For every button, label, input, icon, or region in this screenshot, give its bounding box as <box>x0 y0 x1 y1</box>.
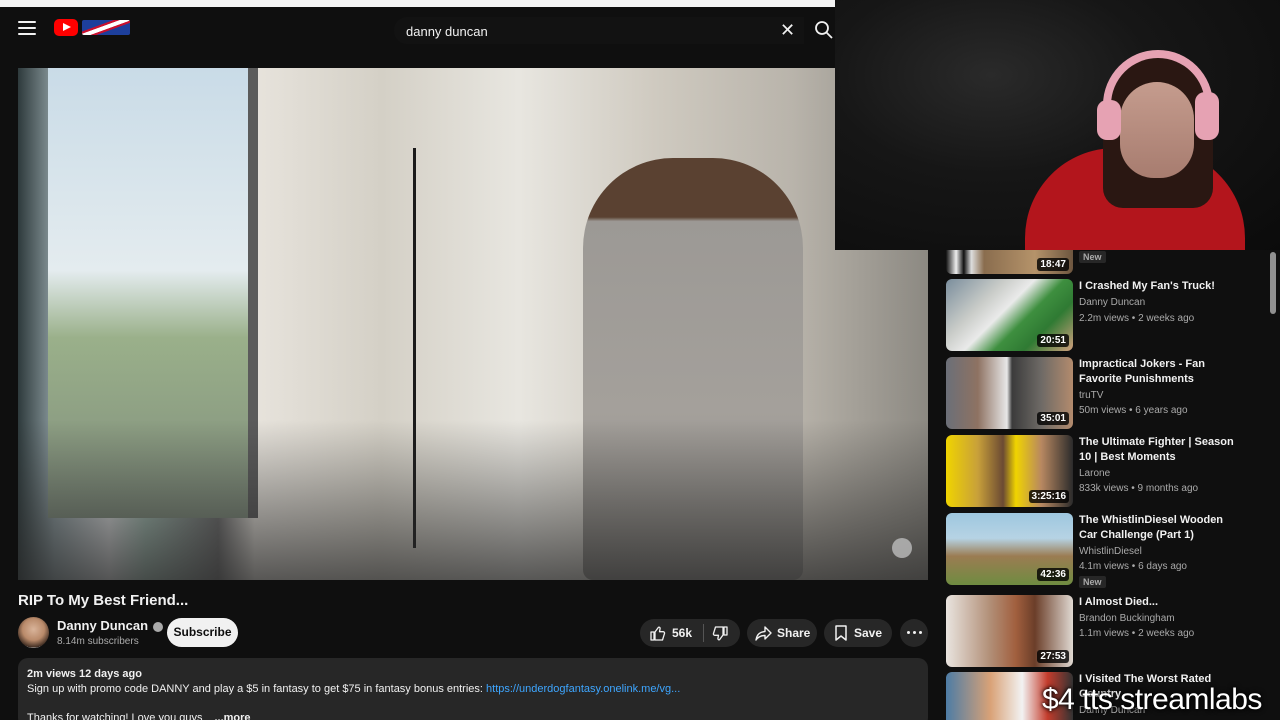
recommendation-title[interactable]: The WhistlinDiesel Wooden Car Challenge … <box>1079 513 1239 543</box>
video-player[interactable] <box>18 68 928 580</box>
video-thumbnail[interactable]: 35:01 <box>946 357 1073 429</box>
subscriber-count: 8.14m subscribers <box>57 636 139 647</box>
bookmark-icon <box>835 625 847 641</box>
recommendation-title[interactable]: The Ultimate Fighter | Season 10 | Best … <box>1079 435 1239 465</box>
search-button[interactable] <box>812 17 836 43</box>
duration-badge: 20:51 <box>1037 334 1069 347</box>
recommendation-item[interactable]: 27:53 I Almost Died... Brandon Buckingha… <box>946 595 1266 667</box>
flag-logo-icon <box>82 20 130 35</box>
recommendation-item[interactable]: 20:51 I Crashed My Fan's Truck! Danny Du… <box>946 279 1266 351</box>
like-button[interactable]: 56k <box>640 619 702 647</box>
description-text: Sign up with promo code DANNY and play a… <box>27 683 487 695</box>
more-dot <box>919 631 922 634</box>
like-count: 56k <box>672 626 693 640</box>
description-link[interactable]: https://underdogfantasy.onelink.me/vg... <box>486 683 680 695</box>
like-divider <box>703 624 704 642</box>
top-strip <box>0 0 835 7</box>
duration-badge: 18:47 <box>1037 258 1069 271</box>
recommendation-title[interactable]: I Almost Died... <box>1079 595 1239 610</box>
video-frame-shade <box>18 420 928 580</box>
channel-watermark-icon[interactable] <box>892 538 912 558</box>
recommendation-meta: 2.2m views • 2 weeks ago <box>1079 313 1195 324</box>
description-line-2: Thanks for watching! Love you guys ...mor… <box>27 712 251 720</box>
thumbs-up-icon <box>650 626 666 641</box>
channel-name-text[interactable]: Danny Duncan <box>57 618 148 633</box>
share-label: Share <box>777 626 811 640</box>
item-menu-button[interactable] <box>1240 359 1256 379</box>
thumbs-down-icon <box>712 626 728 641</box>
search-box: ✕ <box>394 17 804 44</box>
recommendation-meta: 833k views • 9 months ago <box>1079 483 1199 494</box>
duration-badge: 35:01 <box>1037 412 1069 425</box>
masthead: ✕ <box>0 7 845 53</box>
hamburger-menu-icon[interactable] <box>18 21 36 35</box>
item-menu-button[interactable] <box>1240 515 1256 535</box>
recommendation-meta: 1.1m views • 2 weeks ago <box>1079 628 1195 639</box>
channel-avatar[interactable] <box>18 617 49 648</box>
recommendation-channel[interactable]: Danny Duncan <box>1079 297 1145 308</box>
description-text-2: Thanks for watching! Love you guys <box>27 712 203 720</box>
more-dot <box>913 631 916 634</box>
video-title: RIP To My Best Friend... <box>18 592 189 609</box>
recommendation-channel[interactable]: Brandon Buckingham <box>1079 613 1175 624</box>
save-label: Save <box>854 626 883 640</box>
share-button[interactable]: Share <box>747 619 817 647</box>
recommendation-item[interactable]: 3:25:16 The Ultimate Fighter | Season 10… <box>946 435 1266 507</box>
show-more-link[interactable]: ...more <box>214 712 250 720</box>
more-dot <box>907 631 910 634</box>
search-icon <box>815 21 833 39</box>
more-actions-button[interactable] <box>900 619 928 647</box>
play-logo-icon <box>54 19 78 36</box>
video-thumbnail[interactable]: 42:36 <box>946 513 1073 585</box>
sidebar-scrollbar[interactable] <box>1270 252 1276 314</box>
recommendation-channel[interactable]: truTV <box>1079 390 1103 401</box>
share-icon <box>755 626 772 641</box>
recommendation-meta: 4.1m views • 6 days ago <box>1079 561 1187 572</box>
recommendation-title[interactable]: Impractical Jokers - Fan Favorite Punish… <box>1079 357 1239 387</box>
recommendation-channel[interactable]: Larone <box>1079 468 1110 479</box>
top-partial-thumbnail[interactable]: 18:47 <box>946 250 1073 274</box>
video-thumbnail[interactable]: 3:25:16 <box>946 435 1073 507</box>
duration-badge: 27:53 <box>1037 650 1069 663</box>
item-menu-button[interactable] <box>1240 281 1256 301</box>
recommendation-channel[interactable]: WhistlinDiesel <box>1079 546 1142 557</box>
item-menu-button[interactable] <box>1240 597 1256 617</box>
video-thumbnail[interactable]: 27:53 <box>946 595 1073 667</box>
recommendations-sidebar: 18:47 New 20:51 I Crashed My Fan's Truck… <box>940 250 1280 720</box>
item-menu-button[interactable] <box>1240 437 1256 457</box>
search-input[interactable] <box>406 22 766 40</box>
stream-alert-overlay: $4 tts streamlabs <box>1042 683 1262 716</box>
new-badge: New <box>1079 251 1106 263</box>
views-and-date: 2m views 12 days ago <box>27 668 142 680</box>
clear-search-icon[interactable]: ✕ <box>780 21 796 39</box>
youtube-logo[interactable] <box>54 19 130 37</box>
recommendation-title[interactable]: I Crashed My Fan's Truck! <box>1079 279 1239 294</box>
duration-badge: 3:25:16 <box>1028 490 1069 503</box>
headphones-ear-left <box>1097 100 1121 140</box>
verified-icon <box>153 621 164 632</box>
duration-badge: 42:36 <box>1037 568 1069 581</box>
recommendation-item[interactable]: 35:01 Impractical Jokers - Fan Favorite … <box>946 357 1266 429</box>
like-dislike-group: 56k <box>640 619 740 647</box>
video-thumbnail[interactable]: 20:51 <box>946 279 1073 351</box>
new-badge: New <box>1079 576 1106 588</box>
save-button[interactable]: Save <box>824 619 892 647</box>
recommendation-meta: 50m views • 6 years ago <box>1079 405 1188 416</box>
recommendation-item[interactable]: 42:36 The WhistlinDiesel Wooden Car Chal… <box>946 513 1266 588</box>
headphones-ear-right <box>1195 92 1219 140</box>
dislike-button[interactable] <box>706 619 738 647</box>
subscribe-button[interactable]: Subscribe <box>167 618 238 647</box>
description-line: Sign up with promo code DANNY and play a… <box>27 683 680 695</box>
channel-name[interactable]: Danny Duncan <box>57 618 164 633</box>
webcam-overlay <box>835 0 1280 250</box>
description-box[interactable]: 2m views 12 days ago Sign up with promo … <box>18 658 928 720</box>
